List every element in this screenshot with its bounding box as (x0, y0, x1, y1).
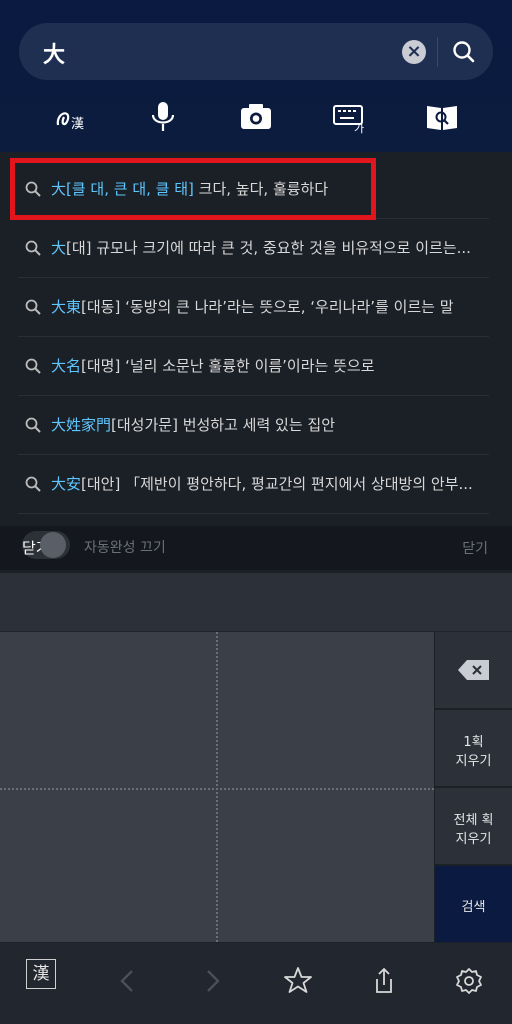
svg-text:가: 가 (354, 122, 364, 135)
autocomplete-toggle[interactable]: 닫기 (22, 531, 70, 559)
microphone-icon[interactable] (141, 95, 185, 139)
suggestion-meaning: 번성하고 세력 있는 집안 (177, 416, 335, 434)
camera-icon[interactable] (234, 95, 278, 139)
suggestion-meaning: 규모나 크기에 따라 큰 것, 중요한 것을 비유적으로 이르는... (91, 239, 471, 257)
autocomplete-bar: 닫기 자동완성 끄기 닫기 (0, 526, 512, 570)
hanja-dictionary-icon[interactable]: 漢 (26, 959, 56, 989)
clear-all-label-2: 지우기 (455, 832, 492, 847)
forward-arrow-icon[interactable] (192, 961, 232, 1001)
suggestion-reading: [대성가문] (111, 416, 178, 434)
suggestion-reading: [대명] (81, 357, 121, 375)
keyboard-icon[interactable]: 가 (327, 95, 371, 139)
search-icon (25, 358, 41, 374)
search-mode-toolbar: 漢 가 (0, 95, 512, 139)
search-input[interactable]: 大 (43, 37, 65, 69)
clear-all-label-1: 전체 획 (453, 813, 494, 828)
bottom-toolbar: 漢 (0, 943, 512, 1024)
suggestion-item[interactable]: 大[대] 규모나 크기에 따라 큰 것, 중요한 것을 비유적으로 이르는... (18, 219, 489, 278)
selection-highlight (10, 158, 376, 220)
search-icon (25, 476, 41, 492)
suggestion-hanja: 大名 (51, 357, 82, 375)
header: 大 × 漢 가 (0, 0, 512, 152)
back-arrow-icon[interactable] (108, 961, 148, 1001)
suggestion-meaning: ‘널리 소문난 훌륭한 이름’이라는 뜻으로 (120, 357, 375, 375)
clear-all-strokes-button[interactable]: 전체 획 지우기 (435, 788, 512, 864)
suggestion-reading: [대동] (81, 298, 121, 316)
search-submit-button[interactable]: 검색 (435, 866, 512, 942)
suggestion-item[interactable]: 大東[대동] ‘동방의 큰 나라’라는 뜻으로, ‘우리나라’를 이르는 말 (18, 278, 489, 337)
suggestion-reading: [대안] (81, 475, 121, 493)
search-icon (25, 299, 41, 315)
search-icon (25, 417, 41, 433)
autocomplete-off-label[interactable]: 자동완성 끄기 (84, 537, 166, 557)
suggestion-meaning: ‘동방의 큰 나라’라는 뜻으로, ‘우리나라’를 이르는 말 (120, 298, 454, 316)
settings-gear-icon[interactable] (449, 961, 489, 1001)
suggestion-hanja: 大 (51, 239, 67, 257)
suggestion-item[interactable]: 大安[대안] 「제반이 평안하다, 평교간의 편지에서 상대방의 안부... (18, 455, 489, 514)
undo-stroke-label-1: 1획 (463, 735, 484, 750)
suggestion-reading: [대] (66, 239, 92, 257)
suggestion-item[interactable]: 大名[대명] ‘널리 소문난 훌륭한 이름’이라는 뜻으로 (18, 337, 489, 396)
undo-stroke-label-2: 지우기 (455, 754, 492, 769)
toggle-knob (40, 532, 66, 558)
guide-line-vertical (216, 632, 218, 942)
backspace-button[interactable] (435, 632, 512, 708)
suggestion-hanja: 大東 (51, 298, 82, 316)
undo-stroke-button[interactable]: 1획 지우기 (435, 710, 512, 786)
share-icon[interactable] (364, 961, 404, 1001)
candidate-strip (0, 573, 512, 632)
star-icon[interactable] (278, 961, 318, 1001)
suggestion-hanja: 大安 (51, 475, 82, 493)
suggestion-item[interactable]: 大姓家門[대성가문] 번성하고 세력 있는 집안 (18, 396, 489, 455)
book-search-icon[interactable] (420, 95, 464, 139)
backspace-icon (458, 660, 489, 680)
suggestion-hanja: 大姓家門 (51, 416, 112, 434)
search-icon[interactable] (449, 37, 479, 67)
search-bar[interactable]: 大 × (19, 23, 493, 80)
handwriting-hanja-icon[interactable]: 漢 (50, 95, 94, 139)
clear-icon[interactable]: × (402, 40, 426, 64)
divider (437, 37, 438, 67)
svg-text:漢: 漢 (71, 117, 84, 132)
suggestion-meaning: 「제반이 평안하다, 평교간의 편지에서 상대방의 안부... (120, 475, 473, 493)
search-icon (25, 240, 41, 256)
close-button[interactable]: 닫기 (462, 538, 488, 558)
handwriting-pad[interactable] (0, 632, 434, 942)
search-submit-label: 검색 (461, 900, 486, 915)
